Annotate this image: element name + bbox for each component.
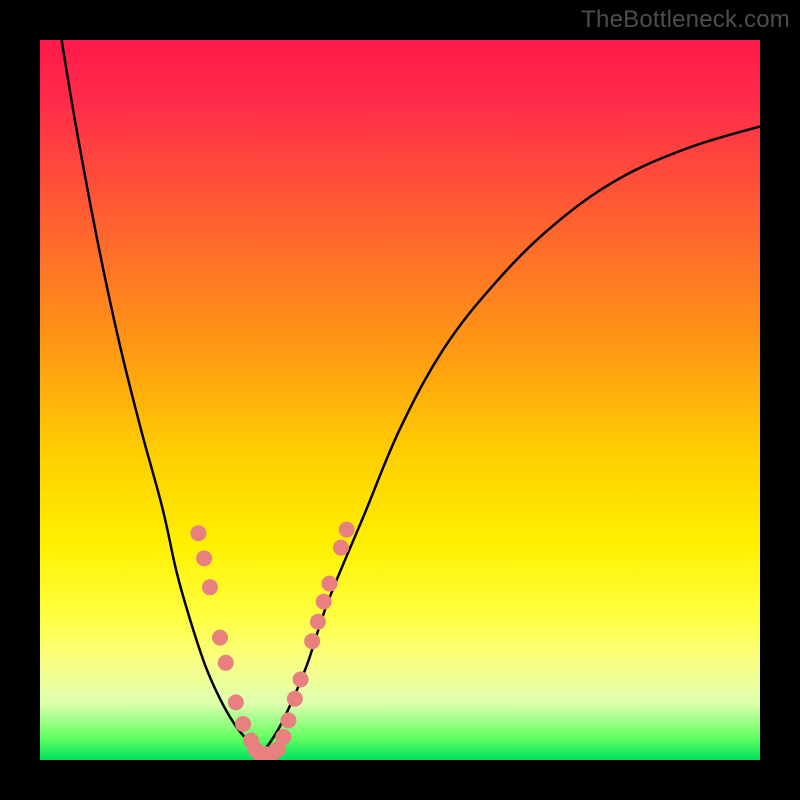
- marker-point: [228, 694, 244, 710]
- marker-point: [235, 716, 251, 732]
- curve-right-curve: [260, 126, 760, 754]
- marker-point: [212, 630, 228, 646]
- marker-point: [190, 525, 206, 541]
- marker-point: [196, 550, 212, 566]
- marker-group: [190, 522, 354, 760]
- plot-area: [40, 40, 760, 760]
- marker-point: [218, 655, 234, 671]
- marker-point: [202, 579, 218, 595]
- marker-point: [316, 594, 332, 610]
- marker-point: [275, 729, 291, 745]
- marker-point: [339, 522, 355, 538]
- curve-group: [62, 40, 760, 754]
- chart-container: TheBottleneck.com: [0, 0, 800, 800]
- marker-point: [280, 712, 296, 728]
- curve-left-curve: [62, 40, 260, 754]
- chart-svg: [40, 40, 760, 760]
- marker-point: [310, 614, 326, 630]
- watermark-text: TheBottleneck.com: [581, 6, 790, 34]
- marker-point: [293, 671, 309, 687]
- marker-point: [287, 691, 303, 707]
- marker-point: [333, 540, 349, 556]
- marker-point: [321, 576, 337, 592]
- marker-point: [304, 633, 320, 649]
